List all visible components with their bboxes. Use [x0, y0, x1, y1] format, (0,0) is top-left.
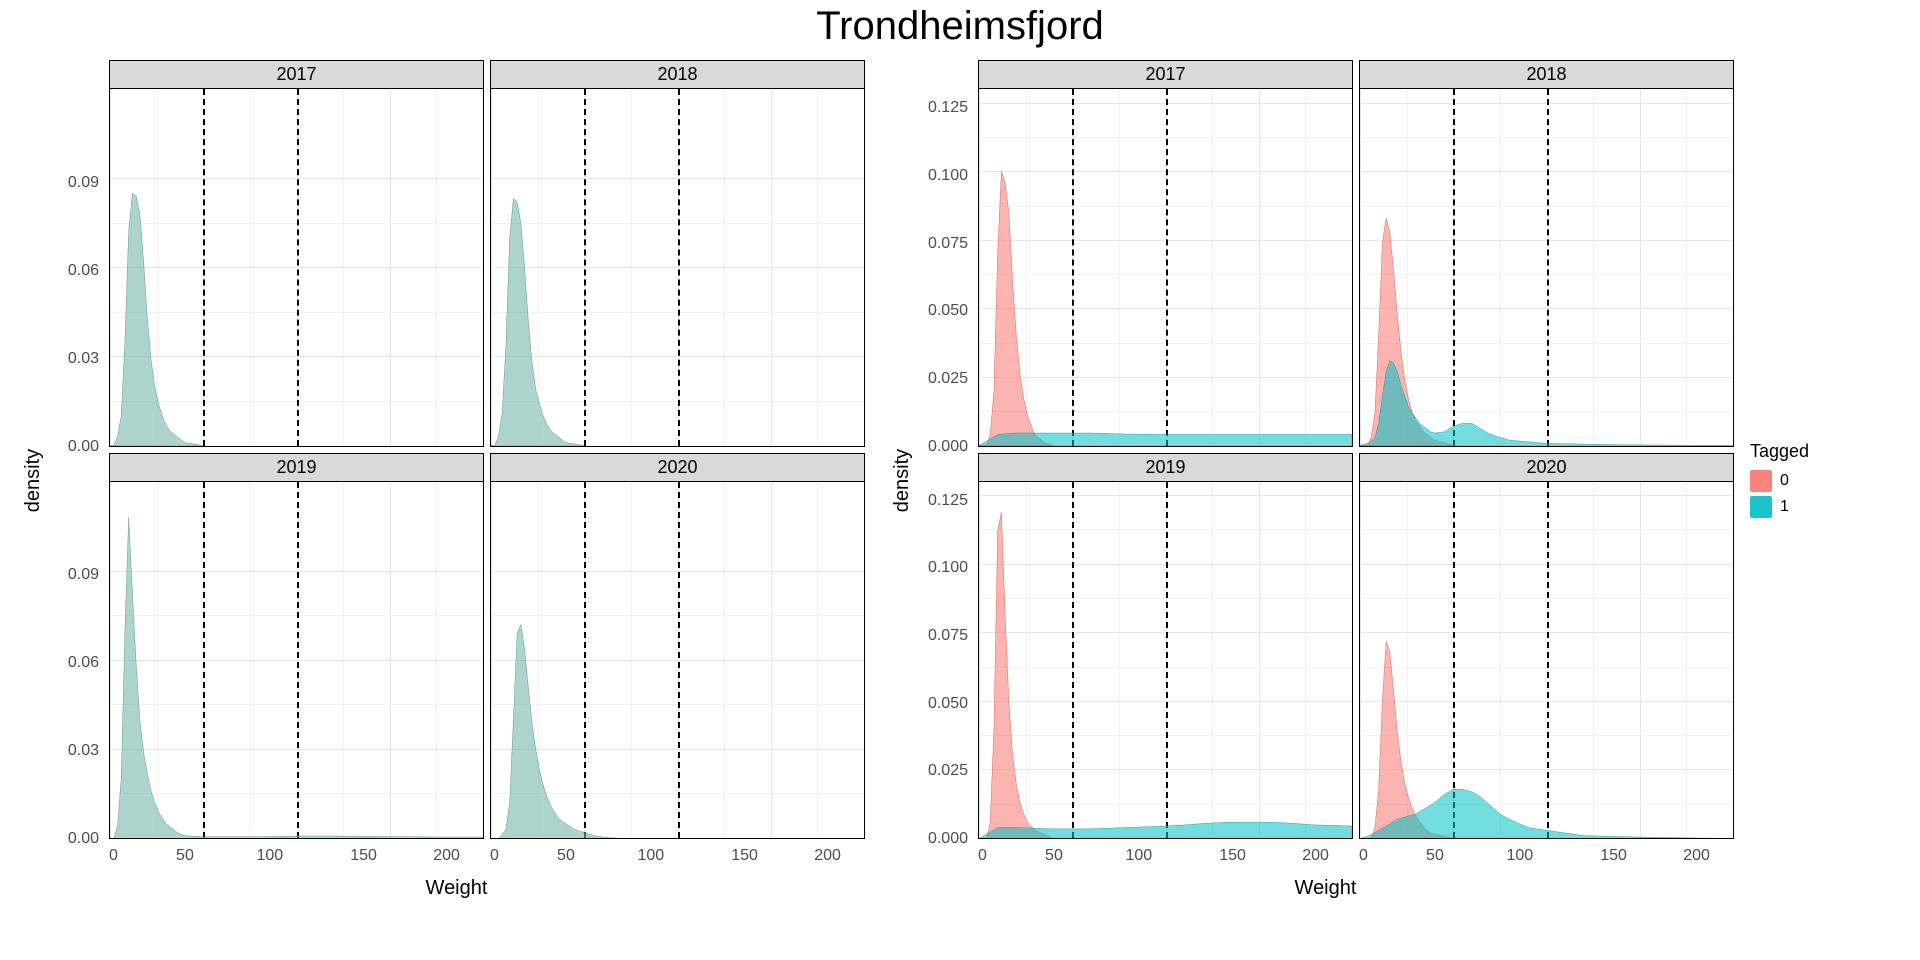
density-series [110, 193, 203, 445]
facet-2017: 2017 [978, 60, 1353, 447]
y-ticks: 0.000.030.060.09 [48, 60, 103, 447]
y-tick-label: 0.06 [68, 654, 99, 672]
right-chart: 0.000 0.025 0.050 0.075 0.100 0.125 20172018 0.… [917, 60, 1734, 900]
x-ticks: 0 50 100 150 200 [109, 845, 484, 873]
y-tick-label: 0.125 [928, 492, 968, 510]
facet-strip: 2020 [490, 453, 865, 481]
y-ticks: 0.0000.0250.0500.0750.1000.125 [917, 453, 972, 840]
facet-strip: 2019 [109, 453, 484, 481]
y-ticks: 0.000.030.060.09 [48, 453, 103, 840]
x-ticks: 0 50 100 150 200 [1359, 845, 1734, 873]
x-tick-label: 50 [176, 847, 194, 873]
density-series-0 [979, 512, 1054, 838]
y-tick-label: 0.03 [68, 742, 99, 760]
facet-2019: 2019 [978, 453, 1353, 840]
x-ticks: 0 50 100 150 200 [978, 845, 1353, 873]
x-tick-label: 150 [1219, 847, 1246, 873]
x-tick-label: 0 [490, 847, 499, 873]
density-series [110, 517, 483, 838]
left-chart: 0.000.030.060.09201720180.000.030.060.09… [48, 60, 865, 900]
y-tick-label: 0.100 [928, 167, 968, 185]
x-ticks: 0 50 100 150 200 [490, 845, 865, 873]
facet-2019: 2019 [109, 453, 484, 840]
x-tick-label: 150 [731, 847, 758, 873]
panel [978, 88, 1353, 447]
x-tick-label: 50 [1426, 847, 1444, 873]
y-tick-label: 0.025 [928, 762, 968, 780]
facet-2020: 2020 [490, 453, 865, 840]
facet-2018: 2018 [490, 60, 865, 447]
facet-strip: 2018 [490, 60, 865, 88]
x-tick-label: 0 [978, 847, 987, 873]
legend-title: Tagged [1750, 441, 1900, 462]
plots-row: density 0.000.030.060.09201720180.000.03… [20, 60, 1900, 900]
legend-item-0: 0 [1750, 470, 1900, 492]
density-series [491, 199, 584, 446]
legend-swatch-0 [1750, 470, 1772, 492]
x-tick-label: 150 [350, 847, 377, 873]
x-tick-label: 200 [433, 847, 460, 873]
density-series-1 [979, 822, 1352, 838]
density-series-1 [1360, 789, 1733, 838]
x-tick-label: 200 [814, 847, 841, 873]
panel [490, 88, 865, 447]
panel [109, 88, 484, 447]
y-ticks: 0.0000.0250.0500.0750.1000.125 [917, 60, 972, 447]
x-axis-label-right: Weight [917, 877, 1734, 900]
y-tick-label: 0.00 [68, 830, 99, 848]
y-tick-label: 0.000 [928, 830, 968, 848]
x-tick-label: 0 [1359, 847, 1368, 873]
x-tick-label: 150 [1600, 847, 1627, 873]
facet-2017: 2017 [109, 60, 484, 447]
x-tick-label: 100 [256, 847, 283, 873]
legend-swatch-1 [1750, 496, 1772, 518]
density-series-0 [979, 171, 1054, 445]
x-tick-label: 200 [1683, 847, 1710, 873]
y-tick-label: 0.06 [68, 262, 99, 280]
y-tick-label: 0.09 [68, 566, 99, 584]
y-tick-label: 0.09 [68, 174, 99, 192]
density-series-1 [1360, 361, 1733, 446]
y-axis-label-left: density [20, 60, 48, 900]
y-tick-label: 0.050 [928, 302, 968, 320]
facet-strip: 2017 [978, 60, 1353, 88]
x-tick-label: 50 [1045, 847, 1063, 873]
facet-2020: 2020 [1359, 453, 1734, 840]
density-series-1 [979, 433, 1352, 445]
y-tick-label: 0.050 [928, 695, 968, 713]
y-tick-label: 0.125 [928, 99, 968, 117]
y-tick-label: 0.025 [928, 370, 968, 388]
panel [978, 481, 1353, 840]
figure-title: Trondheimsfjord [0, 4, 1920, 49]
x-tick-label: 50 [557, 847, 575, 873]
density-series [491, 624, 622, 838]
x-tick-label: 100 [637, 847, 664, 873]
facet-strip: 2017 [109, 60, 484, 88]
y-tick-label: 0.03 [68, 350, 99, 368]
panel [1359, 481, 1734, 840]
facet-2018: 2018 [1359, 60, 1734, 447]
figure: Trondheimsfjord density 0.00 0.03 0.06 0.09… [0, 0, 1920, 960]
panel [490, 481, 865, 840]
legend: Tagged 0 1 [1734, 60, 1900, 900]
legend-item-1: 1 [1750, 496, 1900, 518]
y-tick-label: 0.100 [928, 559, 968, 577]
panel [1359, 88, 1734, 447]
y-axis-label-right: density [889, 60, 917, 900]
facet-strip: 2020 [1359, 453, 1734, 481]
y-tick-label: 0.075 [928, 627, 968, 645]
x-tick-label: 100 [1125, 847, 1152, 873]
y-tick-label: 0.075 [928, 235, 968, 253]
panel [109, 481, 484, 840]
x-tick-label: 200 [1302, 847, 1329, 873]
x-tick-label: 0 [109, 847, 118, 873]
facet-strip: 2019 [978, 453, 1353, 481]
facet-strip: 2018 [1359, 60, 1734, 88]
x-tick-label: 100 [1506, 847, 1533, 873]
x-axis-label-left: Weight [48, 877, 865, 900]
